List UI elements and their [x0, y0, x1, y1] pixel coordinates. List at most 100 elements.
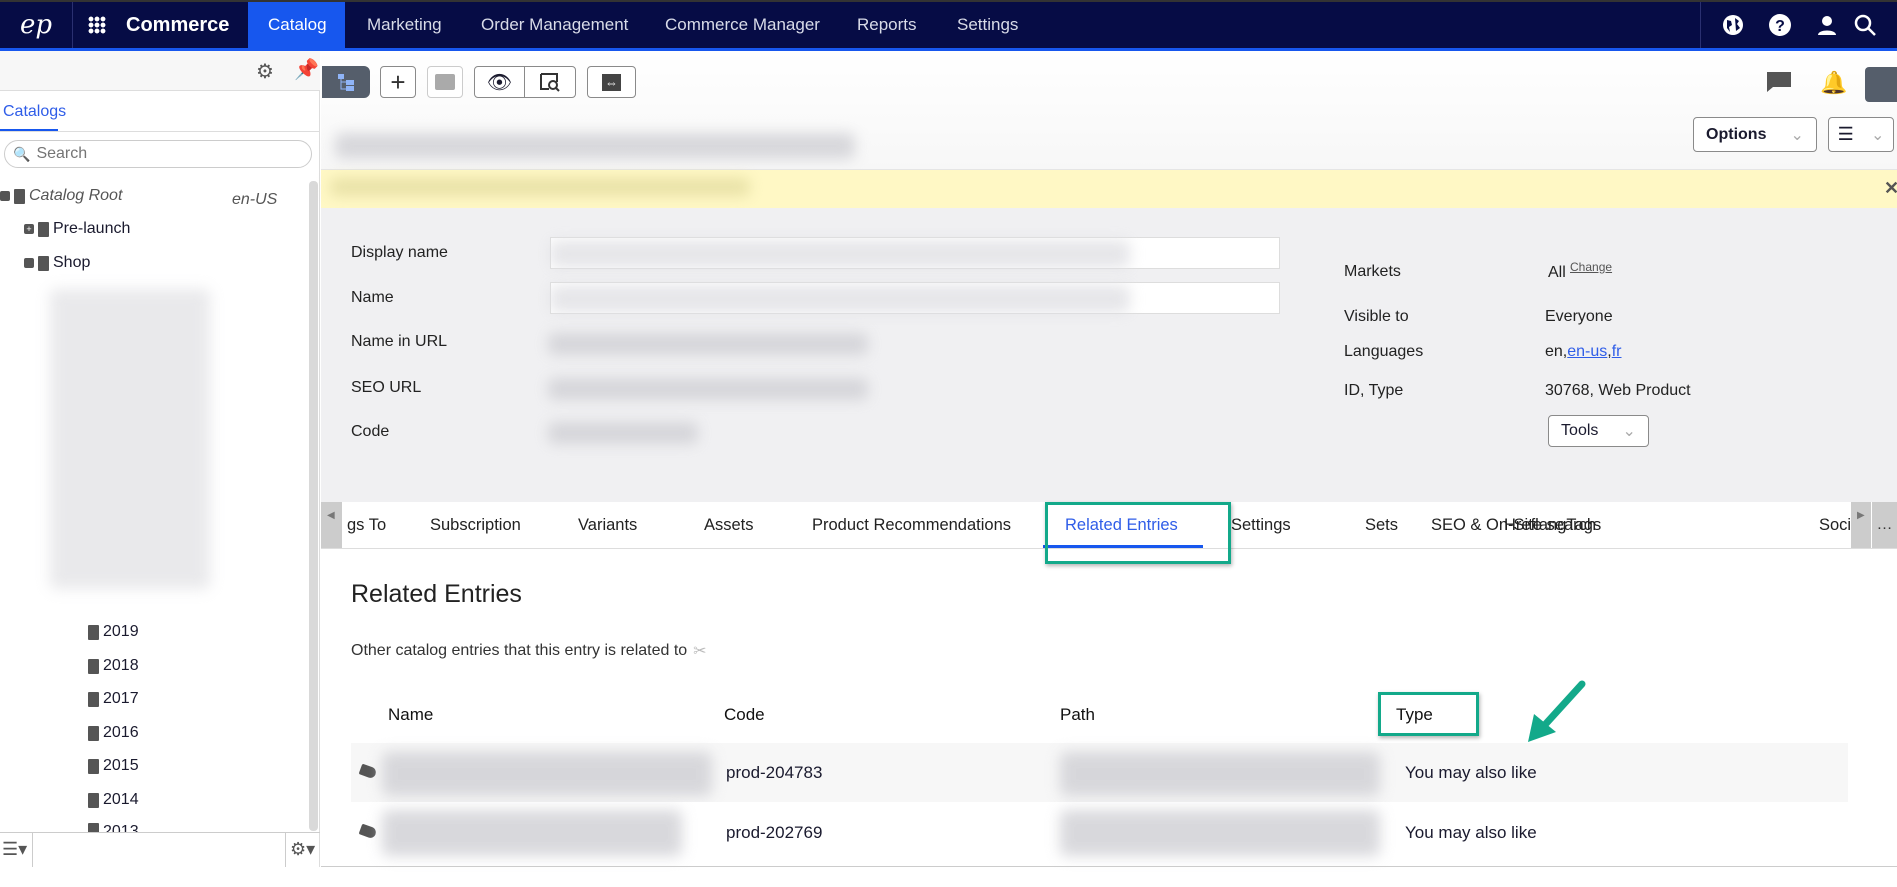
options-button[interactable]: Options ⌄ — [1693, 117, 1817, 152]
markets-value: All — [1548, 264, 1566, 281]
tree-node-2019[interactable]: 2019 — [88, 623, 139, 641]
tab-social[interactable]: Soci — [1819, 516, 1851, 535]
notification-bell-icon[interactable]: 🔔 — [1820, 70, 1847, 96]
tab-scroll-right[interactable]: ▶ — [1851, 502, 1871, 548]
id-type-value: 30768, Web Product — [1545, 382, 1691, 399]
nav-catalog[interactable]: Catalog — [268, 2, 327, 48]
name-label: Name — [351, 289, 394, 306]
folder-button[interactable] — [1865, 67, 1897, 102]
section-subtitle: Other catalog entries that this entry is… — [351, 641, 707, 661]
tab-more-menu[interactable]: … — [1872, 502, 1897, 548]
related-tab-highlight — [1045, 502, 1231, 564]
globe-icon[interactable] — [1720, 12, 1746, 38]
name-in-url-label: Name in URL — [351, 333, 448, 350]
tab-product-recommendations[interactable]: Product Recommendations — [812, 516, 1011, 535]
svg-text:?: ? — [1775, 18, 1785, 35]
search-icon: 🔍 — [13, 145, 31, 162]
preview-button[interactable] — [524, 66, 576, 98]
row-type: You may also like — [1405, 763, 1537, 782]
close-notice-icon[interactable]: ✕ — [1884, 178, 1897, 199]
chevron-down-icon: ⌄ — [1870, 126, 1885, 144]
type-column-highlight — [1378, 692, 1479, 736]
collapse-icon[interactable] — [0, 191, 10, 201]
user-icon[interactable] — [1814, 12, 1840, 38]
nav-order-management[interactable]: Order Management — [481, 2, 628, 48]
chevron-down-icon: ⌄ — [1790, 126, 1804, 144]
list-icon: ☰ — [1837, 124, 1854, 144]
catalog-icon — [38, 221, 49, 237]
tree-settings-icon[interactable]: ⚙▾ — [290, 839, 315, 860]
view-button[interactable]: 👁 — [474, 66, 525, 98]
tab-subscription[interactable]: Subscription — [430, 516, 521, 535]
tree-node-pre-launch[interactable]: + Pre-launch — [24, 220, 130, 238]
row-code: prod-202769 — [726, 823, 823, 842]
languages-value: en,en-us,fr — [1545, 343, 1622, 360]
list-menu-icon[interactable]: ☰▾ — [2, 839, 27, 860]
tab-catalogs[interactable]: Catalogs — [3, 103, 66, 121]
tree-node-2017[interactable]: 2017 — [88, 690, 139, 708]
section-title: Related Entries — [351, 580, 522, 608]
tab-assets[interactable]: Assets — [704, 516, 754, 535]
edit-button[interactable] — [427, 66, 463, 98]
app-grid-icon[interactable] — [88, 16, 106, 34]
row-code: prod-204783 — [726, 763, 823, 782]
sidebar: ⚙ 📌 Catalogs 🔍 Catalog Root en-US +Pre-l… — [0, 51, 320, 867]
collapse-icon[interactable] — [24, 258, 34, 268]
help-icon[interactable]: ? — [1767, 12, 1793, 38]
epi-logo[interactable]: ep — [0, 2, 73, 48]
language-link-en-us[interactable]: en-us — [1567, 343, 1607, 360]
sidebar-search[interactable]: 🔍 — [4, 140, 312, 168]
column-code[interactable]: Code — [724, 705, 765, 725]
id-type-label: ID, Type — [1344, 382, 1404, 399]
tree-node-2018[interactable]: 2018 — [88, 657, 139, 675]
tab-hreflang-tags[interactable]: HreflangTags — [1504, 516, 1601, 535]
entry-title — [335, 133, 855, 159]
sidebar-scrollbar[interactable] — [309, 181, 318, 831]
edit-icon — [435, 74, 455, 90]
catalog-icon — [38, 255, 49, 271]
add-button[interactable]: + — [380, 66, 416, 98]
visible-to-value: Everyone — [1545, 308, 1613, 325]
tree-node-2014[interactable]: 2014 — [88, 791, 139, 809]
display-name-label: Display name — [351, 244, 448, 261]
top-navigation: ep Commerce Catalog Marketing Order Mana… — [0, 0, 1897, 51]
search-icon[interactable] — [1852, 12, 1878, 38]
unlink-icon[interactable]: ✂ — [693, 641, 706, 661]
tab-scroll-left[interactable]: ◀ — [321, 502, 342, 548]
markets-change-link[interactable]: Change — [1570, 260, 1612, 274]
tab-settings[interactable]: Settings — [1231, 516, 1291, 535]
tree-node-2013[interactable]: 2013 — [88, 823, 139, 832]
nav-reports[interactable]: Reports — [857, 2, 917, 48]
tree-node-2015[interactable]: 2015 — [88, 757, 139, 775]
product-name: Commerce — [126, 14, 230, 36]
languages-label: Languages — [1344, 343, 1424, 360]
catalog-icon — [14, 188, 25, 204]
tree-root[interactable]: Catalog Root — [0, 187, 122, 205]
search-input[interactable] — [36, 145, 277, 163]
tree-node-2016[interactable]: 2016 — [88, 724, 139, 742]
code-label: Code — [351, 423, 390, 440]
visible-to-label: Visible to — [1344, 308, 1409, 325]
tab-belongs-to[interactable]: gs To — [347, 516, 386, 535]
tab-sets[interactable]: Sets — [1365, 516, 1398, 535]
expand-icon[interactable]: + — [24, 224, 34, 234]
column-name[interactable]: Name — [388, 705, 433, 725]
column-path[interactable]: Path — [1060, 705, 1095, 725]
tree-toggle-button[interactable] — [322, 66, 370, 98]
pin-icon[interactable]: 📌 — [294, 57, 319, 82]
tools-button[interactable]: Tools ⌄ — [1548, 415, 1649, 447]
nav-settings[interactable]: Settings — [957, 2, 1018, 48]
markets-label: Markets — [1344, 263, 1401, 280]
root-language: en-US — [232, 191, 278, 208]
view-mode-button[interactable]: ☰ ⌄ — [1828, 117, 1894, 152]
sidebar-settings-icon[interactable]: ⚙ — [256, 59, 274, 84]
chevron-down-icon: ⌄ — [1622, 423, 1636, 440]
compare-button[interactable]: ⇔ — [587, 66, 636, 98]
language-link-fr[interactable]: fr — [1612, 343, 1622, 360]
nav-marketing[interactable]: Marketing — [367, 2, 442, 48]
tree-node-shop[interactable]: Shop — [24, 254, 90, 272]
seo-url-label: SEO URL — [351, 379, 422, 396]
row-type: You may also like — [1405, 823, 1537, 842]
tab-variants[interactable]: Variants — [578, 516, 637, 535]
nav-commerce-manager[interactable]: Commerce Manager — [665, 2, 820, 48]
